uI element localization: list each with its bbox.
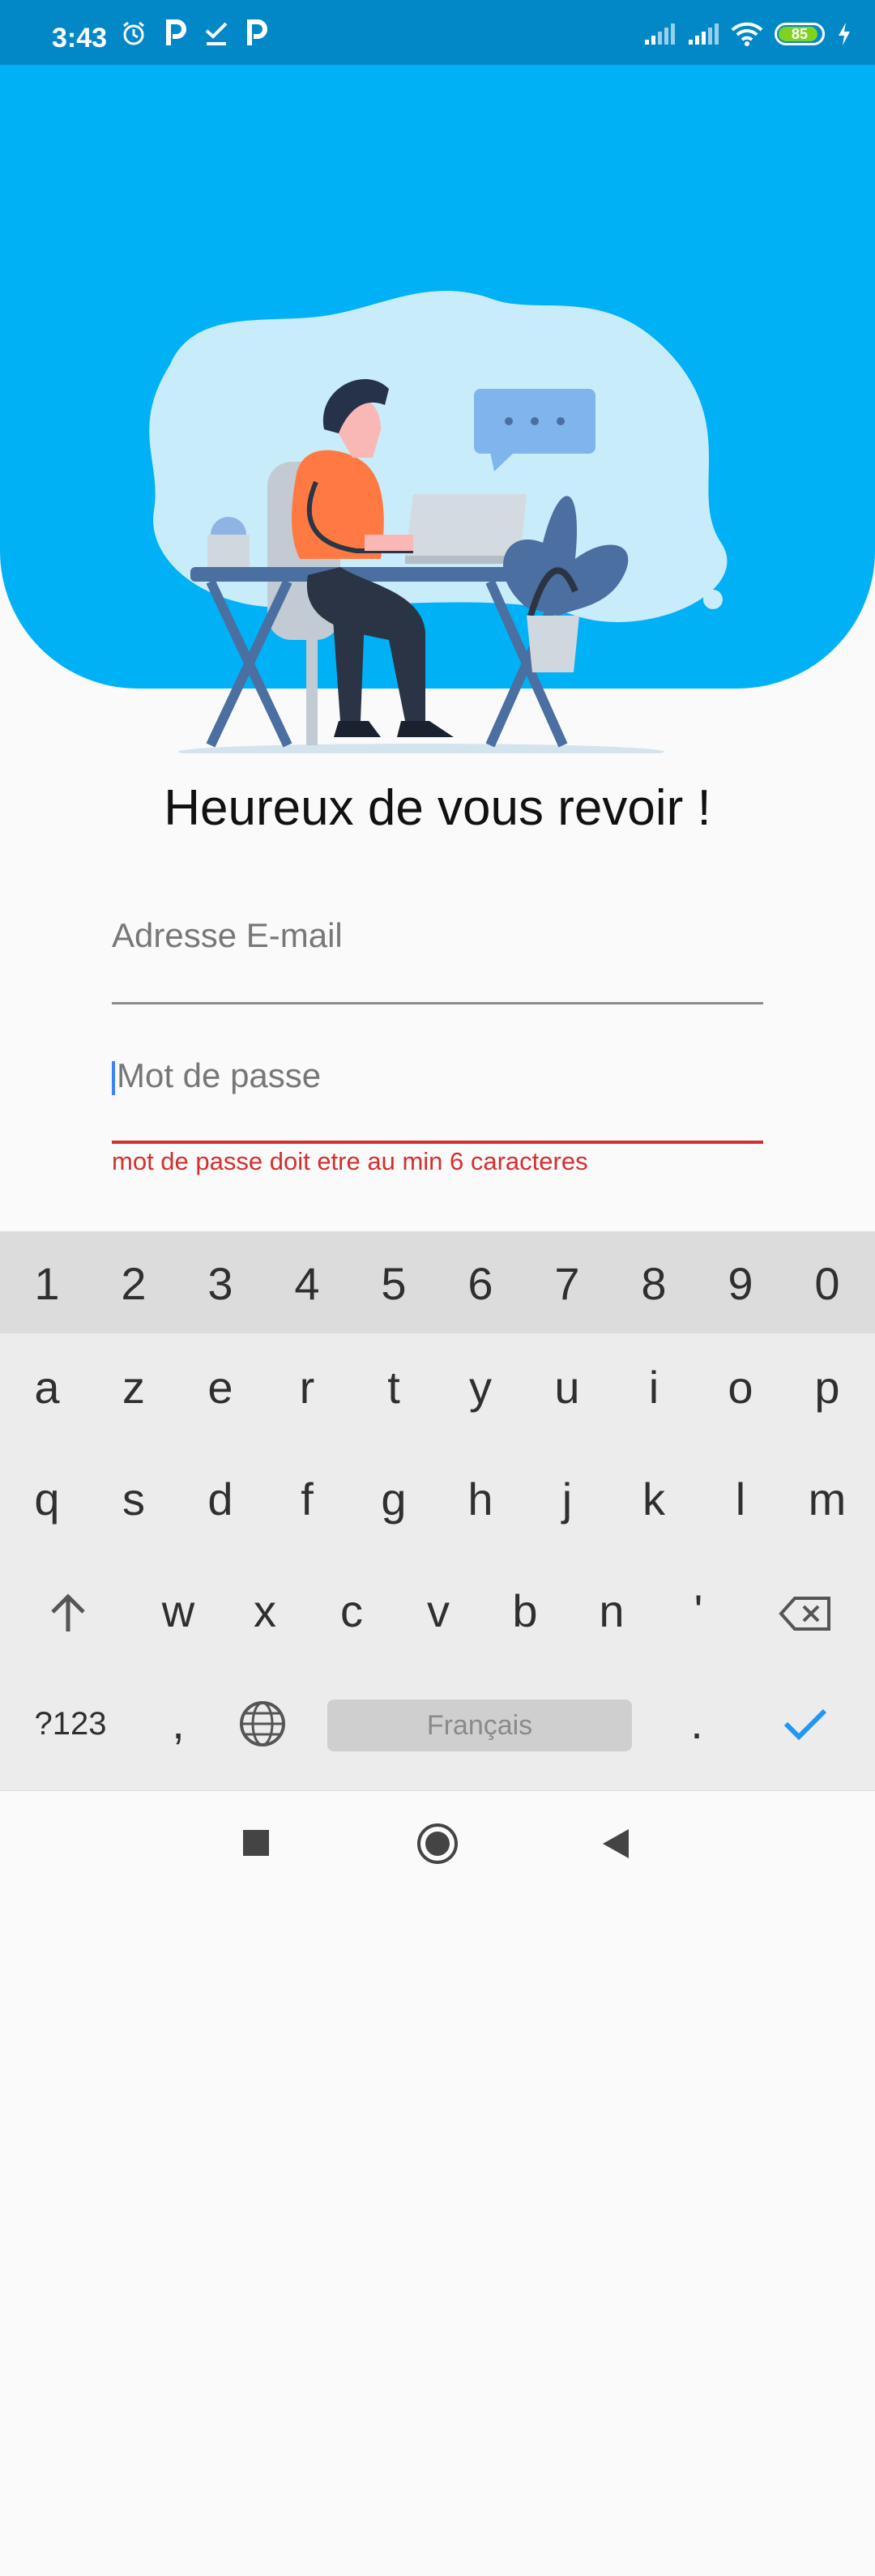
letter-key[interactable]: w: [134, 1570, 222, 1651]
globe-key[interactable]: [219, 1683, 306, 1764]
letter-key[interactable]: y: [437, 1346, 524, 1427]
back-triangle-icon[interactable]: [600, 1827, 632, 1861]
desk-illustration: [149, 291, 728, 753]
letter-key[interactable]: u: [523, 1346, 611, 1427]
status-time: 3:43: [52, 23, 108, 53]
notification-icons: [120, 19, 267, 47]
letter-key[interactable]: d: [177, 1458, 264, 1539]
letter-key[interactable]: b: [481, 1570, 569, 1651]
letter-key[interactable]: p: [783, 1346, 871, 1427]
letter-key[interactable]: e: [177, 1346, 264, 1427]
letter-key[interactable]: j: [523, 1458, 611, 1539]
letter-key[interactable]: x: [221, 1570, 309, 1651]
hero-banner: [0, 65, 875, 753]
space-key[interactable]: Français: [327, 1700, 632, 1751]
period-key[interactable]: .: [653, 1682, 741, 1763]
password-placeholder: Mot de passe: [117, 1056, 322, 1094]
letter-key[interactable]: n: [568, 1570, 655, 1651]
email-underline: [112, 1002, 763, 1004]
letter-key[interactable]: c: [308, 1570, 395, 1651]
soft-keyboard: 1 2 3 4 5 6 7 8 9 0 a z e r t y u i o p q s d f g h j k l m w x c v b n ' ?1…: [0, 1231, 875, 1790]
number-key[interactable]: 0: [783, 1243, 871, 1324]
p-app-icon: [247, 19, 267, 45]
letter-key[interactable]: q: [3, 1458, 91, 1539]
letter-key[interactable]: g: [350, 1458, 438, 1539]
status-bar: 3:43 85: [0, 0, 875, 65]
check-icon: [205, 22, 228, 45]
letter-key[interactable]: l: [697, 1458, 784, 1539]
alarm-icon: [123, 21, 144, 45]
number-key[interactable]: 3: [177, 1243, 264, 1324]
page-title: Heureux de vous revoir !: [164, 780, 711, 836]
number-key[interactable]: 9: [697, 1243, 784, 1324]
number-key[interactable]: 2: [90, 1243, 177, 1324]
letter-key[interactable]: s: [90, 1458, 177, 1539]
system-icons: 85: [643, 21, 852, 47]
letter-key[interactable]: o: [697, 1346, 784, 1427]
letter-key[interactable]: i: [610, 1346, 698, 1427]
signal-icon: [689, 23, 719, 45]
navigation-bar: [0, 1790, 875, 1896]
password-underline: [112, 1141, 763, 1144]
text-cursor: [112, 1060, 115, 1095]
number-key[interactable]: 8: [610, 1243, 698, 1324]
battery-icon: 85: [775, 23, 825, 45]
number-key[interactable]: 4: [263, 1243, 351, 1324]
password-field[interactable]: Mot de passe: [112, 1051, 763, 1144]
comma-key[interactable]: ,: [134, 1682, 222, 1763]
letter-key[interactable]: t: [350, 1346, 438, 1427]
charging-icon: [839, 23, 850, 45]
wifi-icon: [731, 22, 763, 46]
recents-square-icon[interactable]: [241, 1828, 271, 1857]
letter-key[interactable]: h: [437, 1458, 524, 1539]
letter-key[interactable]: z: [90, 1346, 177, 1427]
enter-key[interactable]: [762, 1683, 849, 1764]
letter-key[interactable]: f: [263, 1458, 351, 1539]
number-key[interactable]: 5: [350, 1243, 438, 1324]
letter-key[interactable]: r: [263, 1346, 351, 1427]
email-placeholder: Adresse E-mail: [112, 916, 343, 954]
checkmark-icon: [783, 1708, 827, 1741]
letter-key[interactable]: m: [783, 1458, 871, 1539]
number-key[interactable]: 1: [3, 1243, 91, 1324]
letter-key[interactable]: a: [3, 1346, 91, 1427]
p-app-icon: [166, 19, 186, 45]
backspace-icon: [779, 1597, 830, 1631]
letter-key[interactable]: k: [610, 1458, 698, 1539]
shift-key[interactable]: [24, 1573, 112, 1654]
home-circle-icon[interactable]: [416, 1822, 459, 1866]
battery-level: 85: [791, 26, 809, 42]
number-key[interactable]: 6: [437, 1243, 524, 1324]
password-error-message: mot de passe doit etre au min 6 caracter…: [112, 1147, 588, 1175]
symbols-key[interactable]: ?123: [26, 1683, 115, 1764]
signal-icon: [645, 23, 675, 45]
backspace-key[interactable]: [762, 1573, 849, 1654]
number-key[interactable]: 7: [523, 1243, 611, 1324]
email-field[interactable]: Adresse E-mail: [112, 911, 763, 1004]
letter-key[interactable]: v: [395, 1570, 482, 1651]
letter-key[interactable]: ': [655, 1570, 742, 1651]
shift-arrow-icon: [51, 1593, 85, 1631]
globe-icon: [240, 1701, 285, 1746]
